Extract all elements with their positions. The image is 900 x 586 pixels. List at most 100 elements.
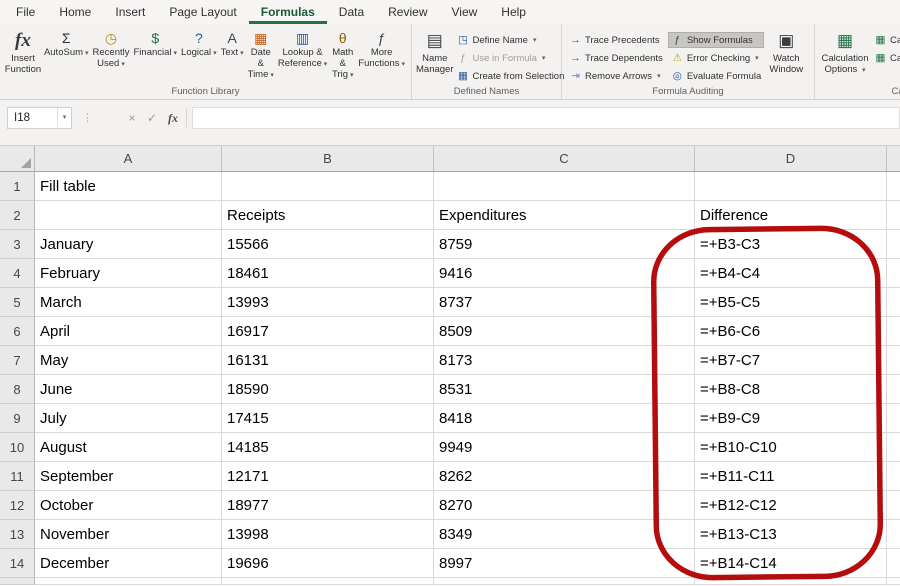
cell[interactable] bbox=[887, 259, 900, 288]
function-library-button[interactable]: ▥ Lookup & Reference▾ bbox=[276, 27, 329, 83]
function-library-button[interactable]: ƒ More Functions▾ bbox=[356, 27, 407, 83]
cell[interactable]: 12171 bbox=[222, 462, 434, 491]
watch-window-button[interactable]: ▣ Watch Window bbox=[764, 27, 808, 85]
cell[interactable]: 8418 bbox=[434, 404, 695, 433]
cell[interactable] bbox=[887, 549, 900, 578]
row-header[interactable]: 2 bbox=[0, 201, 35, 230]
cell[interactable] bbox=[887, 578, 900, 585]
row-header[interactable]: 10 bbox=[0, 433, 35, 462]
ribbon-tab[interactable]: Insert bbox=[103, 0, 157, 24]
cell[interactable] bbox=[434, 578, 695, 585]
cell[interactable]: Receipts bbox=[222, 201, 434, 230]
ribbon-menu-item[interactable]: → Trace Precedents ▾ bbox=[566, 32, 666, 48]
cell[interactable]: 8531 bbox=[434, 375, 695, 404]
cell[interactable] bbox=[887, 404, 900, 433]
function-library-button[interactable]: θ Math & Trig▾ bbox=[329, 27, 356, 83]
cell[interactable]: 8997 bbox=[434, 549, 695, 578]
row-header[interactable]: 1 bbox=[0, 172, 35, 201]
ribbon-menu-item[interactable]: ◎ Evaluate Formula ▾ bbox=[668, 68, 764, 84]
cell[interactable]: =+B9-C9 bbox=[695, 404, 887, 433]
cell[interactable]: 8349 bbox=[434, 520, 695, 549]
ribbon-menu-item[interactable]: → Trace Dependents ▾ bbox=[566, 50, 666, 66]
row-header[interactable]: 12 bbox=[0, 491, 35, 520]
cell[interactable]: September bbox=[35, 462, 222, 491]
function-library-button[interactable]: ▦ Date & Time▾ bbox=[246, 27, 276, 83]
cell[interactable] bbox=[887, 346, 900, 375]
ribbon-tab[interactable]: View bbox=[440, 0, 490, 24]
cell[interactable]: =+B14-C14 bbox=[695, 549, 887, 578]
cell[interactable]: 17415 bbox=[222, 404, 434, 433]
cell[interactable]: December bbox=[35, 549, 222, 578]
ribbon-tab[interactable]: Review bbox=[376, 0, 439, 24]
cancel-icon[interactable]: × bbox=[122, 107, 142, 129]
cell[interactable] bbox=[695, 172, 887, 201]
function-library-button[interactable]: A Text▾ bbox=[219, 27, 246, 83]
cell[interactable]: 14185 bbox=[222, 433, 434, 462]
cell[interactable] bbox=[887, 172, 900, 201]
cell[interactable] bbox=[887, 491, 900, 520]
name-box[interactable]: I18 ▾ bbox=[7, 107, 72, 129]
ribbon-menu-item[interactable]: ◳ Define Name ▾ bbox=[454, 32, 568, 48]
cell[interactable]: =+B7-C7 bbox=[695, 346, 887, 375]
cell[interactable]: February bbox=[35, 259, 222, 288]
cell[interactable] bbox=[35, 578, 222, 585]
cell[interactable] bbox=[887, 230, 900, 259]
cell[interactable] bbox=[35, 201, 222, 230]
column-header-d[interactable]: D bbox=[695, 146, 887, 171]
function-library-button[interactable]: Σ AutoSum▾ bbox=[42, 27, 91, 83]
cell[interactable]: Fill table bbox=[35, 172, 222, 201]
formula-bar-drag-dots[interactable]: ⋮ bbox=[82, 111, 93, 124]
row-header[interactable]: 3 bbox=[0, 230, 35, 259]
cell[interactable] bbox=[222, 172, 434, 201]
formula-input[interactable] bbox=[192, 107, 900, 129]
cell[interactable]: March bbox=[35, 288, 222, 317]
cell[interactable] bbox=[887, 375, 900, 404]
insert-function-button[interactable]: fx Insert Function bbox=[4, 27, 42, 85]
ribbon-menu-item[interactable]: ƒ Use in Formula ▾ bbox=[454, 50, 568, 66]
ribbon-tab[interactable]: Home bbox=[47, 0, 103, 24]
row-header[interactable]: 11 bbox=[0, 462, 35, 491]
ribbon-menu-item[interactable]: ƒ Show Formulas ▾ bbox=[668, 32, 764, 48]
cell[interactable]: 18461 bbox=[222, 259, 434, 288]
name-manager-button[interactable]: ▤ Name Manager bbox=[416, 27, 454, 85]
cell[interactable]: 16131 bbox=[222, 346, 434, 375]
cell[interactable]: 8173 bbox=[434, 346, 695, 375]
cell[interactable]: 8737 bbox=[434, 288, 695, 317]
calculation-options-button[interactable]: ▦ Calculation Options ▾ bbox=[819, 27, 871, 85]
row-header[interactable]: 4 bbox=[0, 259, 35, 288]
select-all-corner[interactable] bbox=[0, 146, 35, 171]
row-header[interactable]: 6 bbox=[0, 317, 35, 346]
cell[interactable]: =+B8-C8 bbox=[695, 375, 887, 404]
ribbon-menu-item[interactable]: ▦ Ca ▾ bbox=[871, 32, 900, 48]
cell[interactable]: June bbox=[35, 375, 222, 404]
cell[interactable]: =+B6-C6 bbox=[695, 317, 887, 346]
cell[interactable] bbox=[695, 578, 887, 585]
cell[interactable] bbox=[887, 288, 900, 317]
cell[interactable] bbox=[434, 172, 695, 201]
cell[interactable]: 13993 bbox=[222, 288, 434, 317]
cell[interactable]: August bbox=[35, 433, 222, 462]
cell[interactable] bbox=[887, 462, 900, 491]
insert-function-fx-icon[interactable]: fx bbox=[163, 107, 183, 129]
cell[interactable]: 9416 bbox=[434, 259, 695, 288]
cell[interactable]: 8262 bbox=[434, 462, 695, 491]
cell[interactable]: Difference bbox=[695, 201, 887, 230]
cell[interactable] bbox=[887, 433, 900, 462]
cell[interactable]: May bbox=[35, 346, 222, 375]
cell[interactable]: 18590 bbox=[222, 375, 434, 404]
cell[interactable] bbox=[887, 317, 900, 346]
column-header-a[interactable]: A bbox=[35, 146, 222, 171]
ribbon-tab[interactable]: Data bbox=[327, 0, 376, 24]
cell[interactable] bbox=[887, 520, 900, 549]
row-header[interactable]: 9 bbox=[0, 404, 35, 433]
cell[interactable]: 9949 bbox=[434, 433, 695, 462]
cell[interactable]: Expenditures bbox=[434, 201, 695, 230]
row-header[interactable]: 7 bbox=[0, 346, 35, 375]
ribbon-tab[interactable]: Page Layout bbox=[157, 0, 248, 24]
cell[interactable]: July bbox=[35, 404, 222, 433]
cell[interactable]: 18977 bbox=[222, 491, 434, 520]
column-header-partial[interactable] bbox=[887, 146, 900, 171]
cell[interactable]: January bbox=[35, 230, 222, 259]
row-header[interactable]: 13 bbox=[0, 520, 35, 549]
function-library-button[interactable]: ? Logical▾ bbox=[179, 27, 219, 83]
